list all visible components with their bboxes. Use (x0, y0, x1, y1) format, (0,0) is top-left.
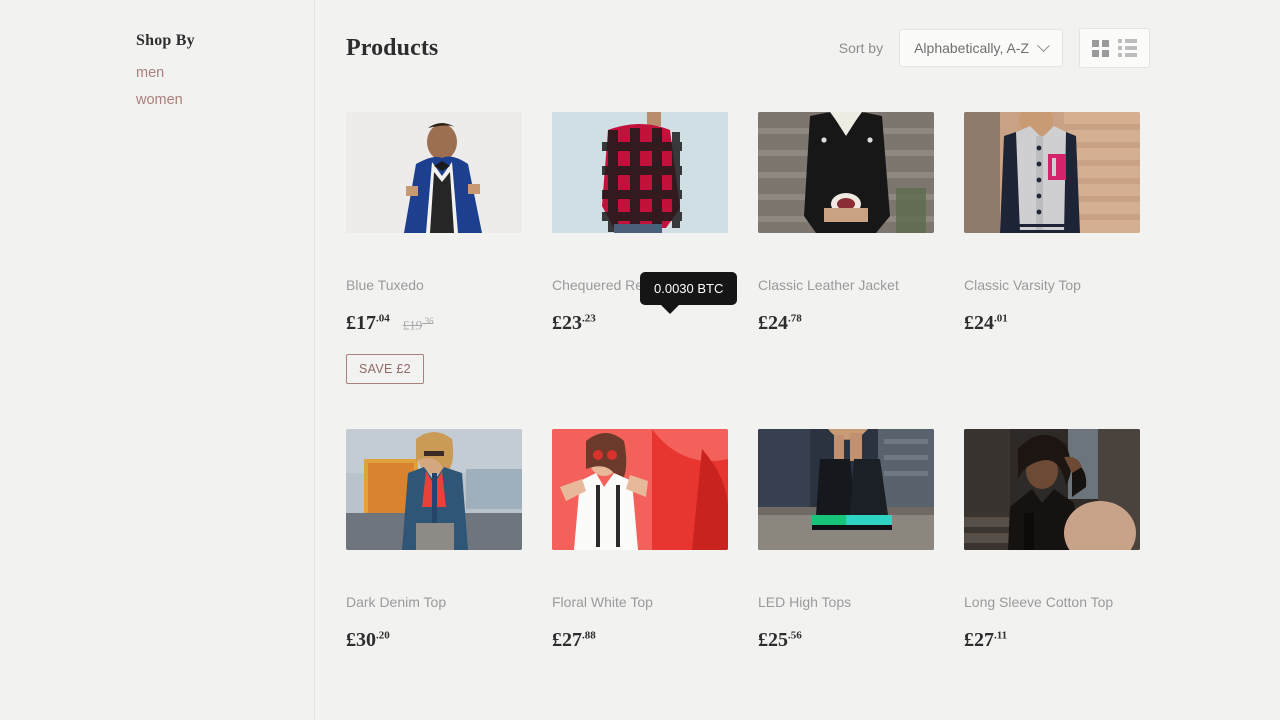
product-price: £27.88 (552, 629, 596, 651)
sidebar: Shop By men women (0, 0, 315, 720)
price-row: £25.56 (758, 629, 934, 652)
product-title[interactable]: Blue Tuxedo (346, 277, 522, 293)
sidebar-item-women[interactable]: women (136, 92, 314, 108)
list-view-icon[interactable] (1118, 39, 1137, 57)
blue-tuxedo-photo[interactable] (346, 112, 522, 233)
product-price: £30.20 (346, 629, 390, 651)
sidebar-title: Shop By (136, 32, 195, 49)
product-price: £27.11 (964, 629, 1008, 651)
page-title: Products (346, 34, 439, 61)
sort-by-select[interactable]: Alphabetically, A-Z (899, 29, 1063, 67)
product-grid: Blue Tuxedo £17.04 £19.36 SAVE £2 Cheque… (346, 112, 1150, 697)
view-toggle (1079, 28, 1150, 68)
btc-price-tooltip: 0.0030 BTC (640, 272, 738, 314)
product-card: Dark Denim Top £30.20 (346, 429, 522, 652)
product-listing-page: Shop By men women Products Sort by Alpha… (0, 0, 1280, 720)
chevron-down-icon (1037, 38, 1050, 52)
price-row: £24.01 (964, 312, 1140, 335)
sidebar-item-men[interactable]: men (136, 65, 314, 81)
price-row: £30.20 (346, 629, 522, 652)
price-row: £17.04 £19.36 (346, 312, 522, 335)
product-price: £23.23 (552, 312, 596, 334)
price-row: £24.78 (758, 312, 934, 335)
product-title[interactable]: Classic Varsity Top (964, 277, 1140, 293)
product-card: Floral White Top £27.88 (552, 429, 728, 652)
price-row: £23.23 (552, 312, 728, 335)
product-card: LED High Tops £25.56 (758, 429, 934, 652)
product-price: £17.04 (346, 312, 390, 334)
product-price: £25.56 (758, 629, 802, 651)
classic-leather-jacket-photo[interactable] (758, 112, 934, 233)
product-title[interactable]: LED High Tops (758, 594, 934, 610)
sort-by-label: Sort by (838, 40, 884, 56)
dark-denim-top-photo[interactable] (346, 429, 522, 550)
product-compare-price: £19.36 (402, 315, 434, 332)
main-content: Products Sort by Alphabetically, A-Z Blu… (315, 0, 1280, 720)
chequered-red-shirt-photo[interactable] (552, 112, 728, 233)
sort-by-value: Alphabetically, A-Z (914, 40, 1029, 56)
product-title[interactable]: Classic Leather Jacket (758, 277, 934, 293)
price-row: £27.11 (964, 629, 1140, 652)
product-card: Long Sleeve Cotton Top £27.11 (964, 429, 1140, 652)
product-title[interactable]: Floral White Top (552, 594, 728, 610)
floral-white-top-photo[interactable] (552, 429, 728, 550)
led-high-tops-photo[interactable] (758, 429, 934, 550)
product-price: £24.01 (964, 312, 1008, 334)
grid-view-icon[interactable] (1092, 39, 1109, 57)
product-title[interactable]: Long Sleeve Cotton Top (964, 594, 1140, 610)
toolbar-controls: Sort by Alphabetically, A-Z (839, 28, 1150, 68)
product-price: £24.78 (758, 312, 802, 334)
classic-varsity-top-photo[interactable] (964, 112, 1140, 233)
product-card: Blue Tuxedo £17.04 £19.36 SAVE £2 (346, 112, 522, 384)
toolbar: Products Sort by Alphabetically, A-Z (346, 24, 1150, 72)
long-sleeve-cotton-top-photo[interactable] (964, 429, 1140, 550)
product-title[interactable]: Dark Denim Top (346, 594, 522, 610)
product-card: Classic Leather Jacket £24.78 (758, 112, 934, 384)
product-card: Classic Varsity Top £24.01 (964, 112, 1140, 384)
price-row: £27.88 (552, 629, 728, 652)
product-card: Chequered Red Shirt £23.23 (552, 112, 728, 384)
save-badge[interactable]: SAVE £2 (346, 354, 424, 384)
